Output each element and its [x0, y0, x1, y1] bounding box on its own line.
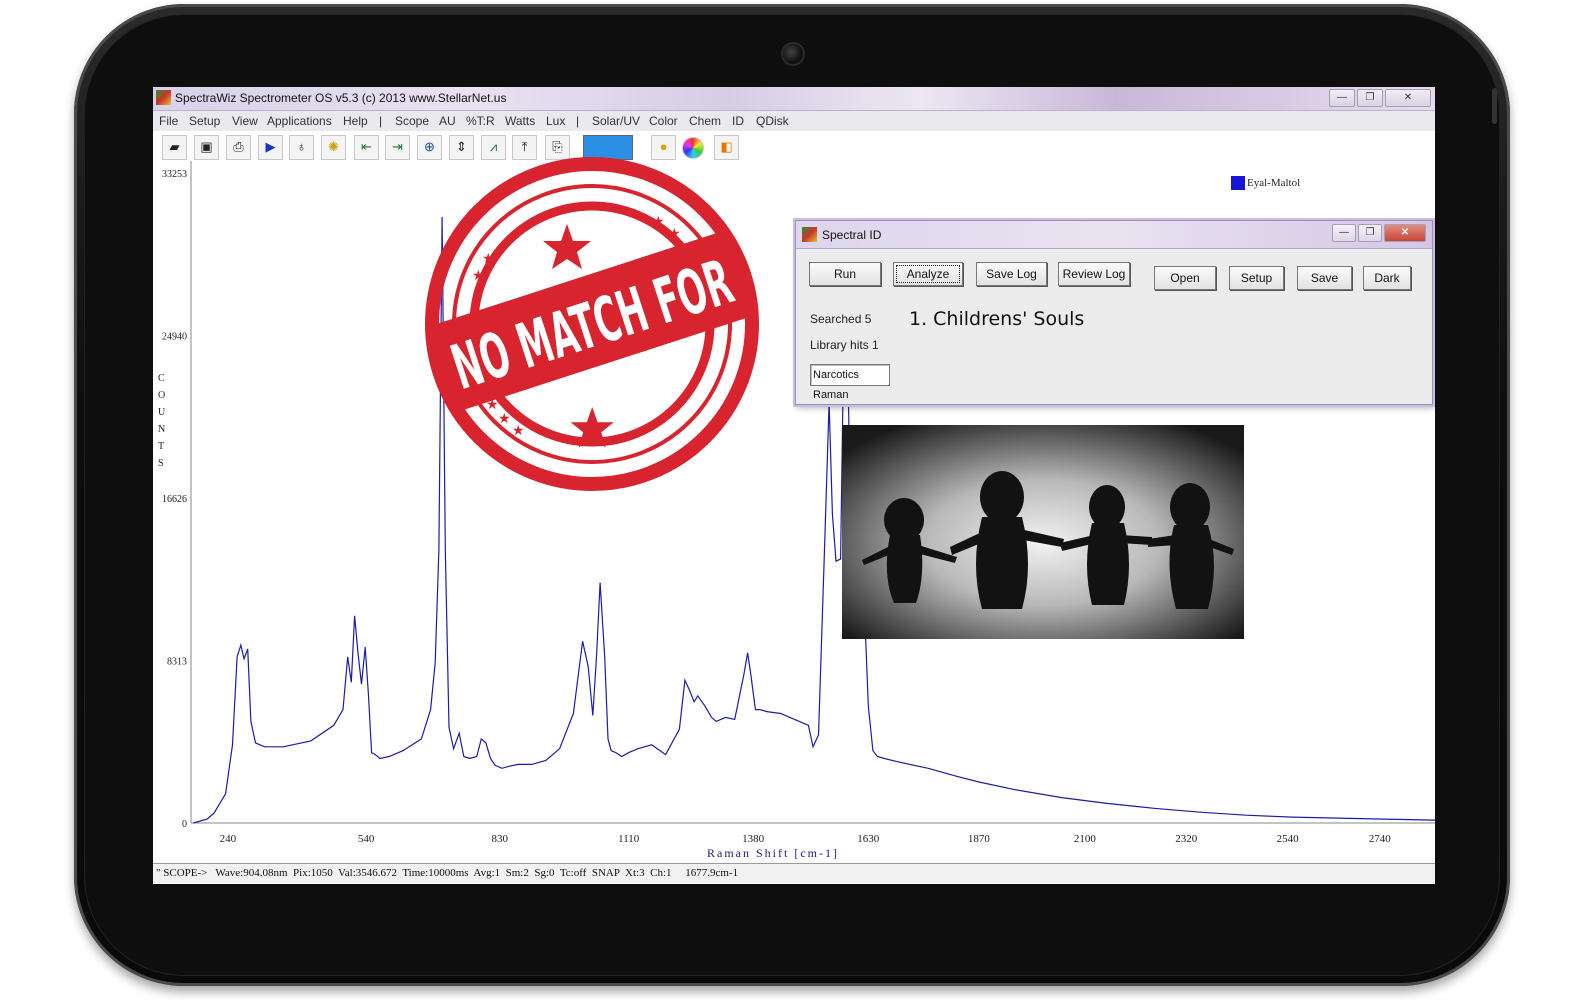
- x-tick-label: 830: [491, 833, 508, 845]
- y-tick-label: 16626: [162, 494, 187, 505]
- dialog-maximize-button[interactable]: ❐: [1358, 224, 1382, 242]
- menu-ttr[interactable]: %T:R: [466, 114, 495, 128]
- left-cursor-icon[interactable]: ⇤: [354, 135, 379, 160]
- menu-view[interactable]: View: [232, 114, 258, 128]
- y-axis-label-letter: S: [158, 458, 164, 469]
- save-button[interactable]: Save: [1297, 266, 1352, 290]
- svg-text:★: ★: [668, 226, 681, 242]
- svg-text:★: ★: [512, 423, 525, 439]
- y-tick-labels: 0 8313 16626 24940 33253: [162, 169, 187, 830]
- y-axis-label-letter: T: [158, 441, 164, 452]
- match-result: 1. Childrens' Souls: [909, 308, 1085, 330]
- dark-button[interactable]: Dark: [1363, 266, 1411, 290]
- y-axis-label-letter: U: [158, 407, 166, 418]
- menu-file[interactable]: File: [159, 114, 178, 128]
- save-disk-icon[interactable]: ▣: [194, 135, 219, 160]
- window-controls: — ❐ ✕: [1329, 89, 1431, 107]
- x-tick-label: 2740: [1369, 833, 1392, 845]
- library-name-field[interactable]: Narcotics Raman: [810, 364, 890, 401]
- open-icon[interactable]: ▰: [162, 135, 187, 160]
- menu-au[interactable]: AU: [439, 114, 456, 128]
- y-axis-label-letter: O: [158, 390, 165, 401]
- legend-swatch: [1231, 176, 1245, 190]
- x-tick-label: 1110: [618, 833, 640, 845]
- menu-bar: File Setup View Applications Help | Scop…: [153, 111, 1435, 131]
- y-axis-label-letter: N: [158, 424, 165, 435]
- dialog-title: Spectral ID: [822, 228, 882, 242]
- setup-button[interactable]: Setup: [1229, 266, 1284, 290]
- save-log-button[interactable]: Save Log: [976, 262, 1047, 286]
- probe-icon[interactable]: ♁: [289, 135, 314, 160]
- dialog-close-button[interactable]: ✕: [1384, 224, 1426, 242]
- right-cursor-icon[interactable]: ⇥: [385, 135, 410, 160]
- x-tick-label: 2100: [1074, 833, 1097, 845]
- children-silhouettes-image: [842, 425, 1244, 639]
- svg-text:★: ★: [482, 251, 495, 267]
- app-screen: SpectraWiz Spectrometer OS v5.3 (c) 2013…: [153, 87, 1435, 884]
- menu-applications[interactable]: Applications: [267, 114, 332, 128]
- play-icon[interactable]: ▶: [258, 135, 283, 160]
- menu-setup[interactable]: Setup: [189, 114, 220, 128]
- spectral-id-dialog: Spectral ID — ❐ ✕ Run Analyze Save Log R…: [795, 220, 1433, 405]
- x-tick-label: 2540: [1277, 833, 1300, 845]
- maximize-button[interactable]: ❐: [1357, 89, 1383, 107]
- x-tick-label: 240: [220, 833, 237, 845]
- y-tick-label: 24940: [162, 331, 187, 342]
- menu-lux[interactable]: Lux: [546, 114, 565, 128]
- searched-count: Searched 5: [810, 312, 872, 326]
- menu-solar-uv[interactable]: Solar/UV: [592, 114, 640, 128]
- x-tick-label: 2320: [1175, 833, 1198, 845]
- x-tick-label: 1380: [742, 833, 765, 845]
- camera-icon: [781, 42, 805, 66]
- menu-color[interactable]: Color: [649, 114, 678, 128]
- close-button[interactable]: ✕: [1385, 89, 1431, 107]
- y-tick-label: 8313: [167, 657, 187, 668]
- menu-help[interactable]: Help: [343, 114, 368, 128]
- run-button[interactable]: Run: [809, 262, 881, 286]
- svg-text:★: ★: [498, 411, 511, 427]
- x-tick-label: 1870: [968, 833, 991, 845]
- svg-text:★: ★: [472, 268, 485, 284]
- status-bar: " SCOPE-> Wave:904.08nm Pix:1050 Val:354…: [153, 863, 1435, 883]
- y-tick-label: 0: [182, 819, 187, 830]
- print-icon[interactable]: ⎙: [226, 135, 251, 160]
- open-button[interactable]: Open: [1154, 266, 1216, 290]
- x-axis-label: Raman Shift [cm-1]: [707, 846, 839, 860]
- analyze-button[interactable]: Analyze: [893, 262, 963, 286]
- menu-separator: |: [379, 114, 383, 128]
- menu-separator: |: [576, 114, 580, 128]
- x-tick-label: 540: [358, 833, 375, 845]
- tablet-side-button: [1492, 88, 1497, 124]
- y-axis-label: COUNTS: [158, 373, 166, 469]
- dialog-window-controls: — ❐ ✕: [1332, 224, 1426, 242]
- menu-id[interactable]: ID: [732, 114, 744, 128]
- x-tick-labels: 240 540 830 1110 1380 1630 1870 2100 2320 2540 274…: [220, 833, 1392, 845]
- toolbar: ▰ ▣ ⎙ ▶ ♁ ✺ ⇤ ⇥ ⊕ ⇕ ⩘ ⤒ ⎘ ● ◧: [153, 132, 1435, 160]
- dialog-minimize-button[interactable]: —: [1332, 224, 1356, 242]
- no-match-stamp: ★★★ ★★★ ★★ NO MATCH FOR: [425, 157, 759, 491]
- bulb-icon[interactable]: ✺: [321, 135, 346, 160]
- svg-text:★: ★: [652, 214, 665, 230]
- x-tick-label: 1630: [857, 833, 880, 845]
- legend: Eyal-Maltol: [1231, 176, 1300, 190]
- dialog-logo-icon: [802, 227, 817, 242]
- window-titlebar[interactable]: SpectraWiz Spectrometer OS v5.3 (c) 2013…: [153, 87, 1435, 111]
- review-log-button[interactable]: Review Log: [1058, 262, 1130, 286]
- legend-label: Eyal-Maltol: [1247, 177, 1301, 189]
- window-title: SpectraWiz Spectrometer OS v5.3 (c) 2013…: [175, 91, 507, 105]
- minimize-button[interactable]: —: [1329, 89, 1355, 107]
- app-logo-icon: [156, 90, 171, 105]
- y-tick-label: 33253: [162, 169, 187, 180]
- menu-chem[interactable]: Chem: [689, 114, 721, 128]
- menu-qdisk[interactable]: QDisk: [756, 114, 789, 128]
- y-axis-label-letter: C: [158, 373, 165, 384]
- dialog-titlebar[interactable]: Spectral ID — ❐ ✕: [796, 221, 1432, 249]
- library-hits-count: Library hits 1: [810, 338, 879, 352]
- menu-watts[interactable]: Watts: [505, 114, 535, 128]
- menu-scope[interactable]: Scope: [395, 114, 429, 128]
